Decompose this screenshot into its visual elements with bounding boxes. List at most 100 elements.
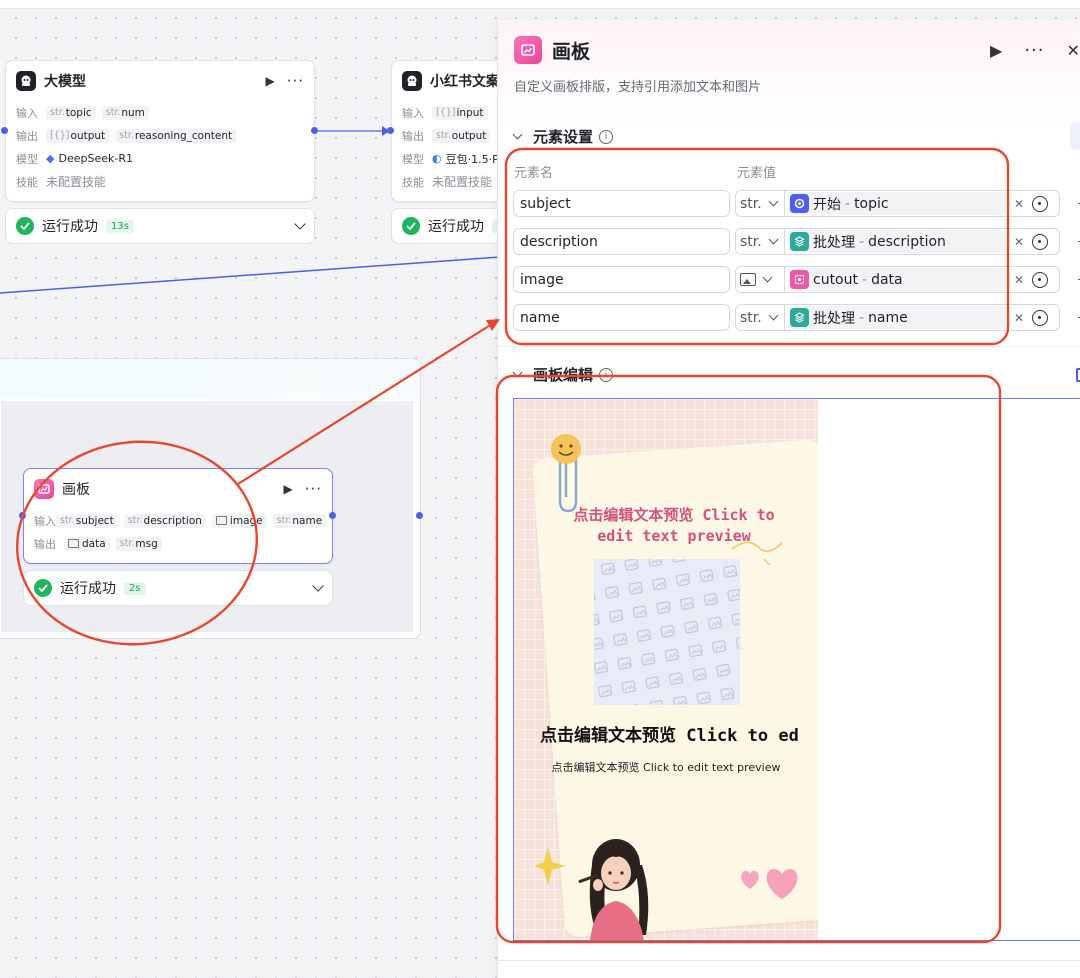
sparkle-sticker <box>534 847 566 885</box>
board-node[interactable]: 画板 ▶ ··· 输入 str. subject str. description … <box>23 468 333 564</box>
chevron-down-icon <box>768 196 779 207</box>
chevron-down-icon[interactable] <box>294 218 306 230</box>
canvas-section-header[interactable]: 画板编辑 i <box>512 364 614 385</box>
image-placeholder[interactable] <box>594 559 740 705</box>
llm-status-bar[interactable]: 运行成功 13s <box>5 208 315 244</box>
chevron-down-icon <box>768 234 779 245</box>
param-tag: str. description <box>123 513 206 528</box>
canvas-editor[interactable]: 点击编辑文本预览 Click to edit text preview 点击编辑… <box>513 398 1080 941</box>
chevron-down-icon[interactable] <box>512 129 523 140</box>
param-tag: str. output <box>432 128 491 143</box>
run-play-icon[interactable]: ▶ <box>990 41 1002 60</box>
llm-node-title: 大模型 <box>44 74 86 90</box>
variable-reference[interactable]: 批处理 - name <box>788 306 1006 329</box>
param-tag: str. reasoning_content <box>115 128 237 143</box>
close-icon[interactable]: ✕ <box>1066 41 1079 60</box>
more-icon[interactable]: ··· <box>305 480 322 498</box>
board-panel-icon <box>514 36 542 64</box>
hearts-sticker <box>741 869 798 899</box>
add-element-button[interactable] <box>1070 122 1080 150</box>
element-name-input[interactable]: image <box>513 266 730 293</box>
group-out-port[interactable] <box>416 512 423 519</box>
target-icon[interactable] <box>1032 309 1049 326</box>
type-select[interactable] <box>735 266 785 293</box>
param-tag: data <box>64 536 110 551</box>
image-icon <box>215 516 227 525</box>
llm-skill-row: 技能 未配置技能 <box>16 175 107 189</box>
variable-reference[interactable]: 开始 - topic <box>788 192 1006 215</box>
clear-icon[interactable]: ✕ <box>1014 197 1024 211</box>
param-tag: [{}] output <box>46 128 110 143</box>
element-value-field[interactable]: 开始 - topic ✕ <box>785 190 1060 217</box>
info-icon[interactable]: i <box>599 367 614 382</box>
board-input-row: 输入 str. subject str. description image str… <box>24 509 332 532</box>
clear-icon[interactable]: ✕ <box>1014 235 1024 249</box>
poster-preview[interactable]: 点击编辑文本预览 Click to edit text preview 点击编辑… <box>514 399 818 940</box>
chevron-down-icon <box>768 310 779 321</box>
variable-reference[interactable]: 批处理 - description <box>788 230 1006 253</box>
llm-in-port[interactable] <box>1 127 8 134</box>
cutout-icon <box>790 270 809 289</box>
play-icon[interactable]: ▶ <box>265 74 274 88</box>
image-type-icon <box>740 273 756 286</box>
target-icon[interactable] <box>1032 233 1049 250</box>
xhs-in-port[interactable] <box>387 127 394 134</box>
param-tag: str. msg <box>115 536 162 551</box>
success-check-icon <box>34 579 52 597</box>
image-icon <box>68 539 79 548</box>
element-name-column-header: 元素名 <box>514 166 554 181</box>
start-icon <box>790 194 809 213</box>
board-output-row: 输出 data str. msg <box>24 532 332 555</box>
more-icon[interactable]: ··· <box>287 72 304 90</box>
girl-illustration <box>578 839 649 940</box>
elements-section-header[interactable]: 元素设置 i <box>512 126 614 147</box>
preview-heading-text[interactable]: 点击编辑文本预览 Click to edi <box>540 721 800 746</box>
batch-icon <box>790 308 809 327</box>
section-divider <box>498 346 1080 347</box>
type-select[interactable]: str. <box>735 228 785 255</box>
param-tag: str. num <box>101 105 149 120</box>
element-value-column-header: 元素值 <box>737 166 777 181</box>
llm-node-icon <box>16 71 36 91</box>
param-tag: [{}] input <box>432 105 488 120</box>
expand-canvas-icon[interactable] <box>1076 368 1080 382</box>
batch-icon <box>790 232 809 251</box>
preview-body-text[interactable]: 点击编辑文本预览 Click to edit text preview <box>534 759 798 775</box>
element-name-input[interactable]: description <box>513 228 730 255</box>
chevron-down-icon <box>762 272 773 283</box>
element-name-input[interactable]: subject <box>513 190 730 217</box>
board-in-port[interactable] <box>19 512 26 519</box>
element-value-field[interactable]: cutout - data ✕ <box>785 266 1060 293</box>
board-status-bar[interactable]: 运行成功 2s <box>23 570 333 606</box>
more-icon[interactable]: ··· <box>1024 40 1044 61</box>
type-select[interactable]: str. <box>735 190 785 217</box>
llm-model-row: 模型 ◆ DeepSeek-R1 <box>16 152 133 166</box>
element-value-field[interactable]: 批处理 - description ✕ <box>785 228 1060 255</box>
success-check-icon <box>402 217 420 235</box>
play-icon[interactable]: ▶ <box>283 482 292 496</box>
board-settings-panel: 画板 ▶ ··· ✕ 自定义画板排版，支持引用添加文本和图片 元素设置 i 元素… <box>497 20 1080 978</box>
clear-icon[interactable]: ✕ <box>1014 311 1024 325</box>
clear-icon[interactable]: ✕ <box>1014 273 1024 287</box>
variable-reference[interactable]: cutout - data <box>788 268 1006 291</box>
doubao-icon: ◐ <box>432 152 442 165</box>
board-out-port[interactable] <box>329 512 336 519</box>
info-icon[interactable]: i <box>599 129 614 144</box>
panel-title: 画板 <box>552 40 591 63</box>
target-icon[interactable] <box>1032 271 1049 288</box>
deepseek-icon: ◆ <box>46 152 55 165</box>
llm-out-port[interactable] <box>311 127 318 134</box>
type-select[interactable]: str. <box>735 304 785 331</box>
param-tag: str. subject <box>56 513 118 528</box>
xhs-node-icon <box>402 71 422 91</box>
next-section <box>498 960 1080 978</box>
chevron-down-icon[interactable] <box>312 580 324 592</box>
success-check-icon <box>16 217 34 235</box>
llm-node[interactable]: 大模型 ▶ ··· 输入 str. topic str. num 输出 [{}] ou… <box>5 60 315 202</box>
param-tag: str. name <box>272 513 327 528</box>
element-name-input[interactable]: name <box>513 304 730 331</box>
param-tag: str. topic <box>46 105 96 120</box>
target-icon[interactable] <box>1032 195 1049 212</box>
element-value-field[interactable]: 批处理 - name ✕ <box>785 304 1060 331</box>
chevron-down-icon[interactable] <box>512 367 523 378</box>
